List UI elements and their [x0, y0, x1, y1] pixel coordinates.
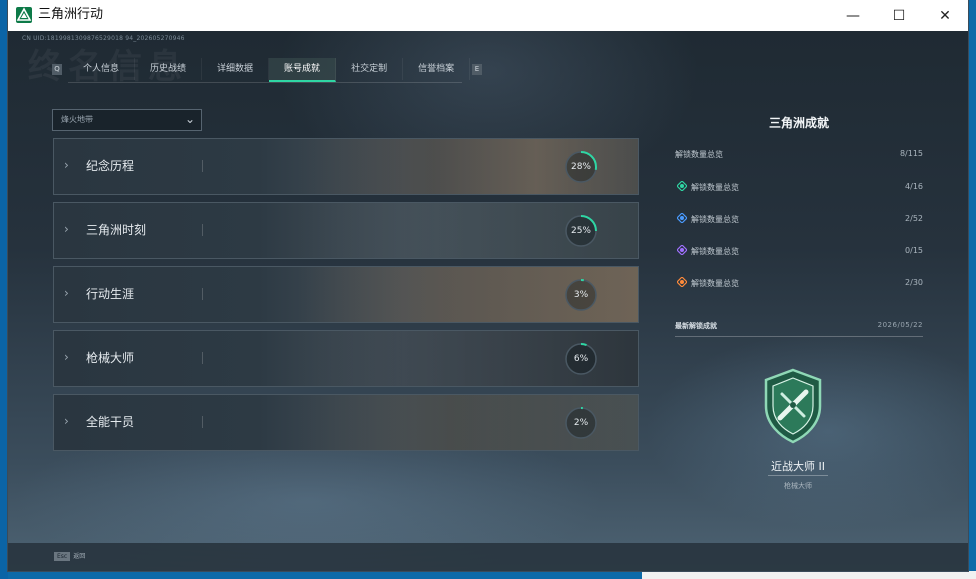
delta-logo-icon — [16, 7, 32, 23]
tab-list: 个人信息 历史战绩 详细数据 账号成就 社交定制 信誉档案 — [68, 58, 471, 82]
category-separator — [202, 352, 203, 364]
back-hint[interactable]: Esc 返回 — [54, 551, 85, 561]
chevron-right-icon: › — [64, 222, 69, 236]
tab-2[interactable]: 详细数据 — [202, 58, 270, 80]
chevron-right-icon: › — [64, 350, 69, 364]
category-label: 枪械大师 — [86, 351, 135, 365]
badge-divider — [768, 475, 828, 476]
achievement-badge-icon[interactable] — [758, 366, 828, 446]
esc-key-icon: Esc — [54, 552, 71, 561]
achievement-category[interactable]: › 全能干员 2% — [53, 394, 639, 451]
chevron-down-icon: ⌄ — [184, 112, 195, 126]
chevron-right-icon: › — [64, 286, 69, 300]
uid-text: CN UID:1819981309876529018 94_2026052709… — [22, 35, 185, 42]
tab-next-key[interactable]: E — [472, 64, 482, 75]
achievement-category[interactable]: › 三角洲时刻 25% — [53, 202, 639, 259]
desktop-edge-bottom — [642, 571, 976, 579]
back-hint-label: 返回 — [73, 553, 86, 560]
progress-percent: 6% — [573, 354, 589, 364]
progress-percent: 28% — [570, 162, 591, 172]
latest-unlock-divider — [675, 336, 923, 337]
category-separator — [202, 224, 203, 236]
game-screen: 终名信息 CN UID:1819981309876529018 94_20260… — [8, 31, 968, 571]
green-rank-icon — [676, 180, 688, 192]
panel-title: 三角洲成就 — [768, 116, 829, 130]
tab-3[interactable]: 账号成就 — [269, 58, 337, 82]
category-separator — [202, 160, 203, 172]
category-separator — [202, 288, 203, 300]
latest-unlock-date: 2026/05/22 — [877, 321, 923, 329]
orange-rank-icon — [676, 276, 688, 288]
achievement-category[interactable]: › 行动生涯 3% — [53, 266, 639, 323]
category-label: 纪念历程 — [86, 159, 135, 173]
category-label: 三角洲时刻 — [86, 223, 147, 237]
unlock-row: 解锁数量总览 2/30 — [676, 276, 923, 291]
badge-category: 枪械大师 — [784, 482, 812, 490]
minimize-button[interactable]: — — [830, 0, 876, 31]
purple-rank-icon — [676, 244, 688, 256]
close-button[interactable]: ✕ — [922, 0, 968, 31]
window-title: 三角洲行动 — [38, 7, 104, 22]
tab-1[interactable]: 历史战绩 — [135, 58, 203, 80]
progress-percent: 3% — [573, 290, 589, 300]
achievement-category-list: › 纪念历程 28% › 三角洲时刻 25% › 行动生涯 3% › 枪械大师 6% › 全能干员 2% — [53, 138, 639, 458]
tab-divider — [68, 82, 462, 83]
progress-ring: 25% — [563, 213, 599, 249]
progress-percent: 2% — [573, 418, 589, 428]
mode-dropdown-value: 烽火地带 — [61, 115, 93, 124]
chevron-right-icon: › — [64, 158, 69, 172]
category-label: 全能干员 — [86, 415, 135, 429]
achievement-category[interactable]: › 纪念历程 28% — [53, 138, 639, 195]
unlock-row: 解锁数量总览 0/15 — [676, 244, 923, 259]
desktop-edge — [0, 0, 8, 579]
unlock-row-label: 解锁数量总览 — [691, 279, 739, 288]
tab-5[interactable]: 信誉档案 — [403, 58, 471, 80]
title-bar: 三角洲行动 — ☐ ✕ — [8, 0, 968, 31]
latest-unlock-label: 最新解锁成就 — [675, 322, 717, 330]
progress-ring: 6% — [563, 341, 599, 377]
unlock-summary-value: 8/115 — [899, 149, 923, 158]
unlock-row-value: 4/16 — [905, 182, 923, 191]
unlock-row-value: 2/30 — [905, 278, 923, 287]
maximize-button[interactable]: ☐ — [876, 0, 922, 31]
unlock-row-label: 解锁数量总览 — [691, 247, 739, 256]
unlock-row-value: 0/15 — [905, 246, 923, 255]
mode-dropdown[interactable]: 烽火地带 ⌄ — [52, 109, 202, 131]
tab-prev-key[interactable]: Q — [52, 64, 62, 75]
tab-0[interactable]: 个人信息 — [68, 58, 136, 80]
unlock-row: 解锁数量总览 4/16 — [676, 180, 923, 195]
unlock-row-value: 2/52 — [905, 214, 923, 223]
progress-percent: 25% — [570, 226, 591, 236]
latest-unlock-header: 最新解锁成就 2026/05/22 — [675, 321, 923, 333]
unlock-summary-label: 解锁数量总览 — [675, 150, 723, 159]
unlock-summary-total: 解锁数量总览 8/115 — [675, 149, 923, 163]
unlock-row: 解锁数量总览 2/52 — [676, 212, 923, 227]
badge-name: 近战大师 II — [771, 460, 825, 473]
progress-ring: 3% — [563, 277, 599, 313]
progress-ring: 28% — [563, 149, 599, 185]
category-separator — [202, 416, 203, 428]
category-label: 行动生涯 — [86, 287, 135, 301]
blue-rank-icon — [676, 212, 688, 224]
game-window: 三角洲行动 — ☐ ✕ 终名信息 CN UID:1819981309876529… — [8, 0, 968, 571]
bottom-bar: Esc 返回 — [8, 543, 968, 571]
tab-4[interactable]: 社交定制 — [336, 58, 404, 80]
achievement-category[interactable]: › 枪械大师 6% — [53, 330, 639, 387]
unlock-row-label: 解锁数量总览 — [691, 215, 739, 224]
unlock-row-label: 解锁数量总览 — [691, 183, 739, 192]
progress-ring: 2% — [563, 405, 599, 441]
chevron-right-icon: › — [64, 414, 69, 428]
